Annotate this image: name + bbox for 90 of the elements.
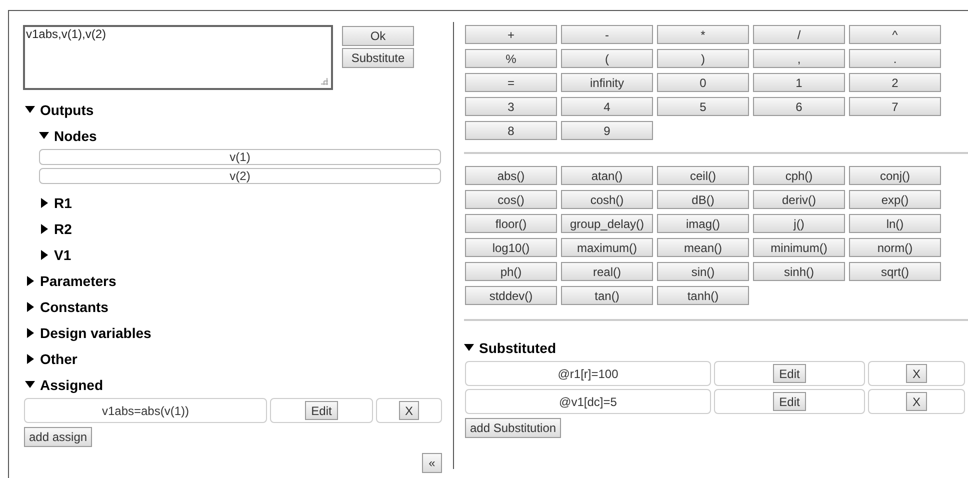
operator-button[interactable]: + bbox=[465, 25, 557, 44]
function-button[interactable]: cosh() bbox=[561, 190, 653, 209]
operator-button[interactable]: 7 bbox=[849, 97, 941, 116]
collapse-button[interactable]: « bbox=[422, 453, 442, 473]
function-button[interactable]: dB() bbox=[657, 190, 749, 209]
edit-button[interactable]: Edit bbox=[305, 401, 338, 420]
caret-right-icon[interactable] bbox=[25, 276, 35, 286]
section-heading[interactable]: Outputs bbox=[40, 100, 94, 120]
caret-down-icon[interactable] bbox=[39, 131, 49, 141]
edit-button[interactable]: Edit bbox=[773, 392, 806, 411]
function-button[interactable]: log10() bbox=[465, 238, 557, 257]
function-button[interactable]: minimum() bbox=[753, 238, 845, 257]
operator-button[interactable]: ) bbox=[657, 49, 749, 68]
function-button[interactable]: floor() bbox=[465, 214, 557, 233]
expression-cell: @r1[r]=100 bbox=[465, 361, 711, 386]
caret-right-icon[interactable] bbox=[39, 224, 49, 234]
function-button[interactable]: conj() bbox=[849, 166, 941, 185]
section-heading[interactable]: V1 bbox=[54, 244, 72, 266]
operator-button[interactable]: / bbox=[753, 25, 845, 44]
section-heading[interactable]: Other bbox=[40, 348, 78, 370]
caret-right-icon[interactable] bbox=[25, 354, 35, 364]
operator-button[interactable]: 4 bbox=[561, 97, 653, 116]
section-heading[interactable]: Constants bbox=[40, 296, 108, 318]
add-assign-button[interactable]: add assign bbox=[24, 427, 92, 447]
operator-button[interactable]: infinity bbox=[561, 73, 653, 92]
expression-cell: @v1[dc]=5 bbox=[465, 389, 711, 414]
expression-cell: v1abs=abs(v(1)) bbox=[24, 398, 267, 423]
function-button[interactable]: ceil() bbox=[657, 166, 749, 185]
function-button[interactable]: exp() bbox=[849, 190, 941, 209]
node-item[interactable]: v(2) bbox=[39, 168, 441, 184]
function-button[interactable]: sin() bbox=[657, 262, 749, 281]
function-button[interactable]: ln() bbox=[849, 214, 941, 233]
section-heading[interactable]: Design variables bbox=[40, 322, 152, 344]
function-button[interactable]: ph() bbox=[465, 262, 557, 281]
operator-button[interactable]: 9 bbox=[561, 121, 653, 140]
function-button[interactable]: group_delay() bbox=[561, 214, 653, 233]
function-button[interactable]: stddev() bbox=[465, 286, 557, 305]
function-button[interactable]: abs() bbox=[465, 166, 557, 185]
action-button[interactable]: Ok bbox=[342, 26, 414, 46]
operator-button[interactable]: % bbox=[465, 49, 557, 68]
operator-button[interactable]: = bbox=[465, 73, 557, 92]
operator-button[interactable]: ( bbox=[561, 49, 653, 68]
operator-button[interactable]: 5 bbox=[657, 97, 749, 116]
function-button[interactable]: cos() bbox=[465, 190, 557, 209]
function-button[interactable]: sinh() bbox=[753, 262, 845, 281]
function-button[interactable]: deriv() bbox=[753, 190, 845, 209]
function-button[interactable]: mean() bbox=[657, 238, 749, 257]
edit-button[interactable]: Edit bbox=[773, 364, 806, 383]
section-heading[interactable]: R1 bbox=[54, 192, 72, 214]
operator-button[interactable]: 3 bbox=[465, 97, 557, 116]
function-button[interactable]: atan() bbox=[561, 166, 653, 185]
remove-button[interactable]: X bbox=[906, 364, 926, 383]
caret-right-icon[interactable] bbox=[39, 250, 49, 260]
operator-button[interactable]: , bbox=[753, 49, 845, 68]
add-substitution-button[interactable]: add Substitution bbox=[465, 418, 562, 438]
function-button[interactable]: j() bbox=[753, 214, 845, 233]
operator-button[interactable]: * bbox=[657, 25, 749, 44]
resize-grip-icon[interactable] bbox=[321, 78, 328, 85]
function-button[interactable]: cph() bbox=[753, 166, 845, 185]
function-button[interactable]: real() bbox=[561, 262, 653, 281]
function-button[interactable]: imag() bbox=[657, 214, 749, 233]
remove-button[interactable]: X bbox=[398, 401, 419, 420]
node-item[interactable]: v(1) bbox=[39, 149, 441, 165]
operator-button[interactable]: - bbox=[561, 25, 653, 44]
function-button[interactable]: tanh() bbox=[657, 286, 749, 305]
function-button[interactable]: maximum() bbox=[561, 238, 653, 257]
function-button[interactable]: tan() bbox=[561, 286, 653, 305]
section-heading[interactable]: Nodes bbox=[54, 126, 97, 146]
operator-button[interactable]: . bbox=[849, 49, 941, 68]
remove-button[interactable]: X bbox=[906, 392, 926, 411]
operator-button[interactable]: 6 bbox=[753, 97, 845, 116]
caret-down-icon[interactable] bbox=[25, 380, 35, 390]
operator-button[interactable]: 0 bbox=[657, 73, 749, 92]
section-heading[interactable]: R2 bbox=[54, 218, 72, 240]
operator-button[interactable]: 1 bbox=[753, 73, 845, 92]
operator-button[interactable]: 2 bbox=[849, 73, 941, 92]
caret-down-icon[interactable] bbox=[25, 105, 35, 115]
action-button[interactable]: Substitute bbox=[342, 48, 414, 68]
section-heading[interactable]: Parameters bbox=[40, 270, 116, 292]
function-button[interactable]: norm() bbox=[849, 238, 941, 257]
expression-field[interactable]: v1abs,v(1),v(2) bbox=[25, 27, 331, 88]
caret-right-icon[interactable] bbox=[25, 328, 35, 338]
section-heading[interactable]: Assigned bbox=[40, 374, 104, 396]
caret-right-icon[interactable] bbox=[25, 302, 35, 312]
section-heading[interactable]: Substituted bbox=[479, 338, 556, 358]
operator-button[interactable]: ^ bbox=[849, 25, 941, 44]
operator-button[interactable]: 8 bbox=[465, 121, 557, 140]
function-button[interactable]: sqrt() bbox=[849, 262, 941, 281]
caret-down-icon[interactable] bbox=[464, 343, 474, 353]
caret-right-icon[interactable] bbox=[39, 198, 49, 208]
